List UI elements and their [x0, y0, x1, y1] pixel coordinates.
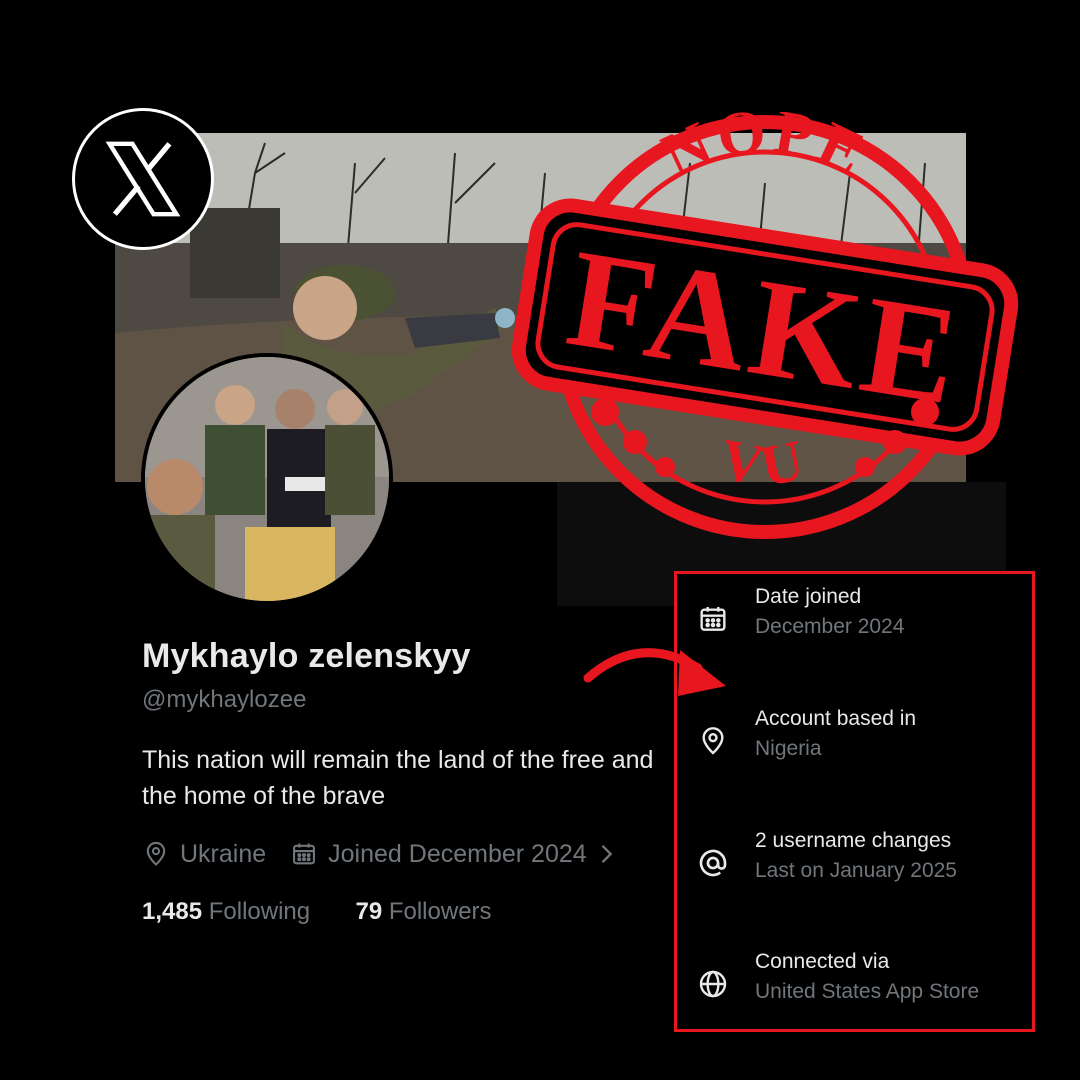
location-pin-icon [697, 725, 729, 757]
x-logo [72, 108, 214, 250]
red-arrow-icon [583, 648, 726, 696]
info-item-value: United States App Store [755, 980, 980, 1003]
followers-count: 79 [355, 898, 383, 925]
profile-follow-stats: 1,485 Following 79 Followers [142, 898, 492, 926]
x-logo-icon [105, 141, 181, 217]
info-item-value: Nigeria [755, 737, 822, 760]
profile-handle: @mykhaylozee [142, 686, 307, 713]
info-item-connected-via: Connected via United States App Store [677, 950, 1032, 1010]
profile-bio: This nation will remain the land of the … [142, 746, 654, 810]
followers-label: Followers [388, 898, 492, 925]
info-item-title: Account based in [755, 707, 917, 730]
following-link[interactable]: 1,485 Following [142, 898, 310, 925]
calendar-icon [290, 840, 318, 868]
profile-display-name: Mykhaylo zelenskyy [142, 637, 471, 675]
location-pin-icon [142, 840, 170, 868]
chevron-right-icon[interactable] [597, 840, 615, 868]
info-item-account-based-in: Account based in Nigeria [677, 707, 1032, 767]
info-item-value: December 2024 [755, 615, 905, 638]
globe-icon [697, 968, 729, 1000]
info-item-title: 2 username changes [755, 829, 952, 852]
profile-meta-row: Ukraine Joined December 2024 [142, 836, 625, 872]
info-item-date-joined: Date joined December 2024 [677, 585, 1032, 645]
following-label: Following [208, 898, 311, 925]
followers-link[interactable]: 79 Followers [355, 898, 491, 925]
at-sign-icon [697, 847, 729, 879]
profile-joined-date: Joined December 2024 [328, 839, 587, 868]
profile-avatar[interactable] [141, 353, 393, 605]
fake-stamp: NOPE VU FAKE [511, 112, 1019, 539]
calendar-icon [697, 603, 729, 635]
info-item-username-changes: 2 username changes Last on January 2025 [677, 829, 1032, 889]
following-count: 1,485 [142, 898, 203, 925]
info-item-title: Date joined [755, 585, 862, 608]
info-item-value: Last on January 2025 [755, 859, 957, 882]
info-item-title: Connected via [755, 950, 890, 973]
profile-location: Ukraine [180, 839, 267, 868]
